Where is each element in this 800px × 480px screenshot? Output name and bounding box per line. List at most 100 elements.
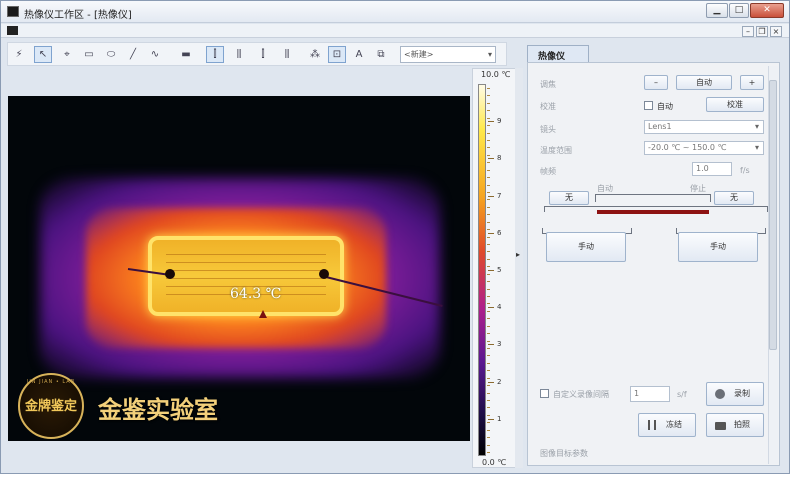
color-scale-bar[interactable] [478,84,486,456]
lens-select[interactable]: Lens1 ▾ [644,120,764,134]
image-icon[interactable]: ⧉ [372,46,390,63]
camera-icon [715,422,726,430]
lightning-icon[interactable]: ⚡ [10,46,28,63]
calibration-auto-checkbox[interactable] [644,101,653,110]
scale-minor-tick [487,422,490,424]
scale-minor-tick [487,221,490,223]
record-icon [715,389,725,399]
scale-minor-tick [487,414,490,416]
panel-splitter[interactable] [515,68,523,468]
scale-tick-label: 8 [497,154,502,163]
lens-value: Lens1 [648,122,672,131]
scale-minor-tick [487,88,490,89]
mdi-minimize-button[interactable]: – [742,26,754,37]
align-right-icon[interactable]: ⫿ [254,46,272,63]
mdi-close-button[interactable]: × [770,26,782,37]
maximize-button[interactable]: □ [729,3,749,18]
calibrate-button[interactable]: 校准 [706,97,764,112]
minimize-button[interactable]: ▁ [706,3,728,18]
scale-minor-tick [487,147,490,149]
scale-minor-tick [487,392,490,394]
rectangle-icon[interactable]: ▭ [80,46,98,63]
chevron-down-icon: ▾ [754,143,759,152]
custom-interval-checkbox[interactable] [540,389,549,398]
line-icon[interactable]: ╱ [124,46,142,63]
ellipse-icon[interactable]: ⬭ [102,46,120,63]
level-bracket [595,194,711,202]
scale-minor-tick [487,452,490,453]
panel-scrollbar-thumb[interactable] [769,80,777,350]
scale-minor-tick [487,117,490,119]
scale-minor-tick [487,229,490,231]
lens-label: 镜头 [540,125,556,134]
template-select-value: <新建> [404,50,434,59]
align-center-icon[interactable]: ⫼ [230,46,248,63]
thermal-image[interactable]: 64.3 ℃ JIN JIAN • LAB 金牌鉴定 金鉴实验室 [8,96,470,441]
snapshot-button[interactable]: 拍照 [706,413,764,437]
interval-input[interactable]: 1 [630,386,670,402]
right-none-button[interactable]: 无 [714,191,754,205]
polyline-icon[interactable]: ∿ [146,46,164,63]
scale-minor-tick [487,132,490,134]
align-justify-icon[interactable]: ⫼ [278,46,296,63]
focus-plus-button[interactable]: + [740,75,764,90]
align-left-icon[interactable]: ⫿ [206,46,224,63]
record-button[interactable]: 录制 [706,382,764,406]
template-select[interactable]: <新建> ▾ [400,46,496,63]
scale-minor-tick [487,348,490,349]
temperature-range-select[interactable]: -20.0 ℃ ~ 150.0 ℃ ▾ [644,141,764,155]
scale-tick [488,344,494,346]
scale-tick-label: 3 [497,340,502,349]
heat-line [166,262,326,263]
scale-minor-tick [487,162,490,164]
scale-minor-tick [487,377,490,379]
seal-ring-text: JIN JIAN • LAB [26,379,76,385]
cursor-icon[interactable]: ↖ [34,46,52,63]
palette-icon[interactable]: ▬ [174,46,198,63]
frame-rate-input[interactable]: 1.0 [692,162,732,176]
scale-tick-label: 2 [497,377,502,386]
fit-icon[interactable]: ⊡ [328,46,346,63]
scale-minor-tick [487,370,490,372]
scale-tick-label: 1 [497,414,502,423]
left-none-button[interactable]: 无 [549,191,589,205]
scale-minor-tick [487,199,490,201]
focus-auto-button[interactable]: 自动 [676,75,732,90]
temperature-range-label: 温度范围 [540,146,572,155]
crosshair-icon[interactable]: ⌖ [58,46,76,63]
frame-rate-label: 帧频 [540,167,556,176]
level-rail-end [767,206,768,212]
right-manual-button[interactable]: 手动 [678,232,758,262]
expand-arrow-icon[interactable]: ▸ [516,250,520,259]
scale-tick [488,121,494,123]
scale-tick-label: 9 [497,117,502,126]
text-icon[interactable]: A [350,46,368,63]
level-rail [544,206,768,207]
heat-line [166,254,326,255]
focus-minus-button[interactable]: – [644,75,668,90]
spot-marker[interactable] [259,310,267,318]
scale-minor-tick [487,333,490,335]
scale-minor-tick [487,244,490,245]
tab-thermal-camera[interactable]: 热像仪 [527,45,589,63]
app-icon [7,6,19,17]
scale-minor-tick [487,236,490,238]
calibration-label: 校准 [540,102,556,111]
calibration-auto-label: 自动 [657,102,673,111]
scale-minor-tick [487,407,490,409]
auto-range-icon[interactable]: ⁂ [306,46,324,63]
scale-tick-label: 4 [497,303,502,312]
scale-minor-tick [487,102,490,104]
scale-minor-tick [487,437,490,439]
level-span-bar[interactable] [597,210,709,214]
custom-interval-label: 自定义录像间隔 [553,390,609,399]
freeze-button[interactable]: 冻结 [638,413,696,437]
scale-minor-tick [487,184,490,186]
snapshot-label: 拍照 [734,420,750,429]
scale-minor-tick [487,318,490,320]
chevron-down-icon: ▾ [754,122,759,131]
close-button[interactable]: ✕ [750,3,784,18]
mdi-restore-button[interactable]: ❐ [756,26,768,37]
left-manual-button[interactable]: 手动 [546,232,626,262]
focus-label: 调焦 [540,80,556,89]
